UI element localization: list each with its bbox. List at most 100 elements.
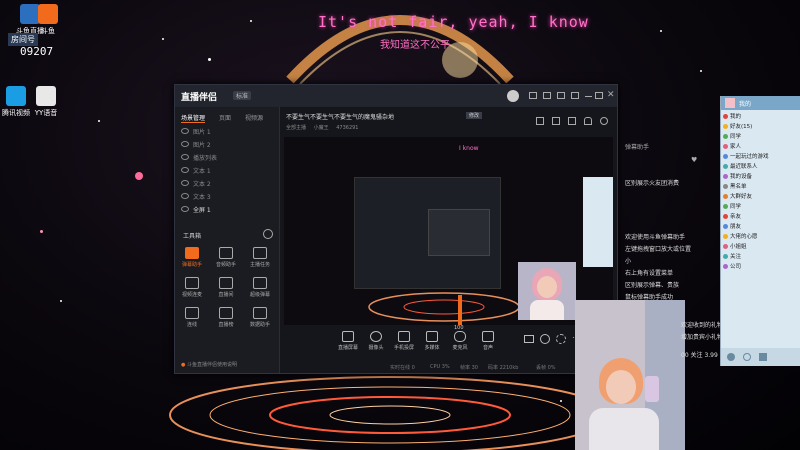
- friend-list-header[interactable]: 我的: [721, 96, 800, 110]
- list-item[interactable]: 同学: [723, 202, 799, 211]
- room-number: 09207: [20, 45, 54, 58]
- tool-data[interactable]: 数据助手: [245, 307, 275, 328]
- eye-icon[interactable]: [181, 128, 189, 134]
- tool-super-danmaku[interactable]: 超级弹幕: [245, 277, 275, 298]
- copy-icon[interactable]: [568, 117, 576, 125]
- version-badge[interactable]: 标准: [233, 91, 252, 100]
- mic-button[interactable]: 麦克风: [446, 331, 474, 351]
- settings-icon[interactable]: [727, 353, 735, 361]
- settings-icon[interactable]: [556, 334, 566, 344]
- status-icon: [723, 144, 728, 149]
- settings-icon[interactable]: [557, 92, 565, 99]
- share-icon[interactable]: [600, 117, 608, 125]
- list-item[interactable]: 我的设备: [723, 172, 799, 181]
- avatar-icon[interactable]: [507, 90, 519, 102]
- list-item[interactable]: 同学: [723, 132, 799, 141]
- volume-slider[interactable]: [458, 295, 462, 325]
- window-titlebar[interactable]: 直播伴侣 标准 ✕: [175, 85, 617, 108]
- footer-notice[interactable]: ● 斗鱼直播伴侣使用说明: [181, 361, 237, 368]
- list-item[interactable]: 大佬的心愿: [723, 232, 799, 241]
- chat-line: 区别展示弹幕、贵族: [625, 282, 680, 289]
- tools-title: 工具箱: [183, 233, 202, 240]
- stream-subinfo: 全部主播 小魔王 4736291: [286, 124, 359, 131]
- list-item[interactable]: 关注: [723, 252, 799, 261]
- bell-icon[interactable]: [584, 117, 592, 125]
- status-icon: [723, 154, 728, 159]
- eye-icon[interactable]: [181, 167, 189, 173]
- eye-icon[interactable]: [181, 180, 189, 186]
- list-item[interactable]: 朋友: [723, 222, 799, 231]
- layer-item[interactable]: 播放列表: [181, 153, 217, 163]
- tool-rank[interactable]: 直播榜: [211, 307, 241, 328]
- tool-connect[interactable]: 连线: [177, 307, 207, 328]
- phone-button[interactable]: 手机投屏: [390, 331, 418, 351]
- avatar[interactable]: [725, 98, 735, 108]
- eye-icon[interactable]: [181, 206, 189, 212]
- tool-video-link[interactable]: 视频连麦: [177, 277, 207, 298]
- message-icon[interactable]: [529, 92, 537, 99]
- star-decoration: [700, 70, 702, 72]
- list-item[interactable]: 大群好友: [723, 192, 799, 201]
- tab-sources[interactable]: 视频源: [245, 113, 263, 122]
- media-button[interactable]: 多媒体: [418, 331, 446, 351]
- camera-icon: [370, 331, 382, 342]
- tab-scenes[interactable]: 场景管理: [181, 113, 206, 123]
- star-decoration: [250, 20, 252, 22]
- tools-toggle-icon[interactable]: [263, 229, 273, 239]
- list-item[interactable]: 最近联系人: [723, 162, 799, 171]
- list-item[interactable]: 我的: [723, 112, 799, 121]
- streaming-companion-window: 直播伴侣 标准 ✕ 场景管理 页面 视频源 图片 1 图片 2 播放列表 文本 …: [174, 84, 618, 374]
- danmaku-panel: 弹幕助手 ♥ 区别展示火友团消费 欢迎使用斗鱼弹幕助手 左键拖拽窗口放大或位置 …: [619, 132, 735, 372]
- tool-audio[interactable]: 音频助手: [211, 247, 241, 268]
- webcam-body: [589, 408, 659, 450]
- edit-title-button[interactable]: 修改: [466, 112, 483, 119]
- list-item[interactable]: 好友(15): [723, 122, 799, 131]
- tab-pages[interactable]: 页面: [219, 113, 231, 122]
- eye-icon[interactable]: [181, 154, 189, 160]
- list-item[interactable]: 公司: [723, 262, 799, 271]
- list-item[interactable]: 一起玩过的游戏: [723, 152, 799, 161]
- camera-button[interactable]: 摄像头: [362, 331, 390, 351]
- layer-item[interactable]: 图片 2: [181, 140, 211, 150]
- desktop-icon-label: 斗鱼: [41, 27, 55, 35]
- desktop-icon-douyu[interactable]: 斗鱼: [18, 4, 78, 36]
- lock-icon[interactable]: [552, 117, 560, 125]
- screen-icon: [342, 331, 354, 342]
- status-dropframe: 丢帧 0%: [536, 365, 556, 371]
- status-icon: [723, 214, 728, 219]
- list-item[interactable]: 黑名单: [723, 182, 799, 191]
- tool-room[interactable]: 直播间: [211, 277, 241, 298]
- list-item[interactable]: 小姐姐: [723, 242, 799, 251]
- eye-icon[interactable]: [181, 141, 189, 147]
- speaker-button[interactable]: 音声: [474, 331, 502, 351]
- minimize-icon[interactable]: [585, 96, 592, 97]
- layer-item[interactable]: 文本 1: [181, 166, 211, 176]
- layer-item[interactable]: 文本 2: [181, 179, 211, 189]
- fullscreen-icon[interactable]: [536, 117, 544, 125]
- list-item[interactable]: 家人: [723, 142, 799, 151]
- like-icon[interactable]: ♥: [691, 156, 697, 164]
- tool-danmaku[interactable]: 弹幕助手: [177, 247, 207, 268]
- maximize-icon[interactable]: [595, 92, 603, 99]
- layer-item[interactable]: 图片 1: [181, 127, 211, 137]
- media-icon: [426, 331, 438, 342]
- eye-icon[interactable]: [181, 193, 189, 199]
- timer-icon[interactable]: [540, 334, 550, 344]
- search-icon[interactable]: [743, 353, 751, 361]
- douyu-icon: [38, 4, 58, 24]
- close-icon[interactable]: ✕: [607, 90, 615, 100]
- menu-icon[interactable]: [571, 92, 579, 99]
- room-icon: [219, 277, 233, 289]
- status-icon: [723, 264, 728, 269]
- layer-item[interactable]: 全屏 1: [181, 205, 211, 215]
- tool-task[interactable]: 主播任务: [245, 247, 275, 268]
- layer-item[interactable]: 文本 3: [181, 192, 211, 202]
- screen-button[interactable]: 直播屏幕: [334, 331, 362, 351]
- desktop-icon-yy[interactable]: YY语音: [16, 86, 76, 118]
- apps-icon[interactable]: [759, 353, 767, 361]
- record-icon[interactable]: [524, 335, 534, 343]
- status-icon: [723, 164, 728, 169]
- list-item[interactable]: 亲友: [723, 212, 799, 221]
- grid-icon[interactable]: [543, 92, 551, 99]
- chat-line: 欢迎收到的礼物: [681, 322, 724, 329]
